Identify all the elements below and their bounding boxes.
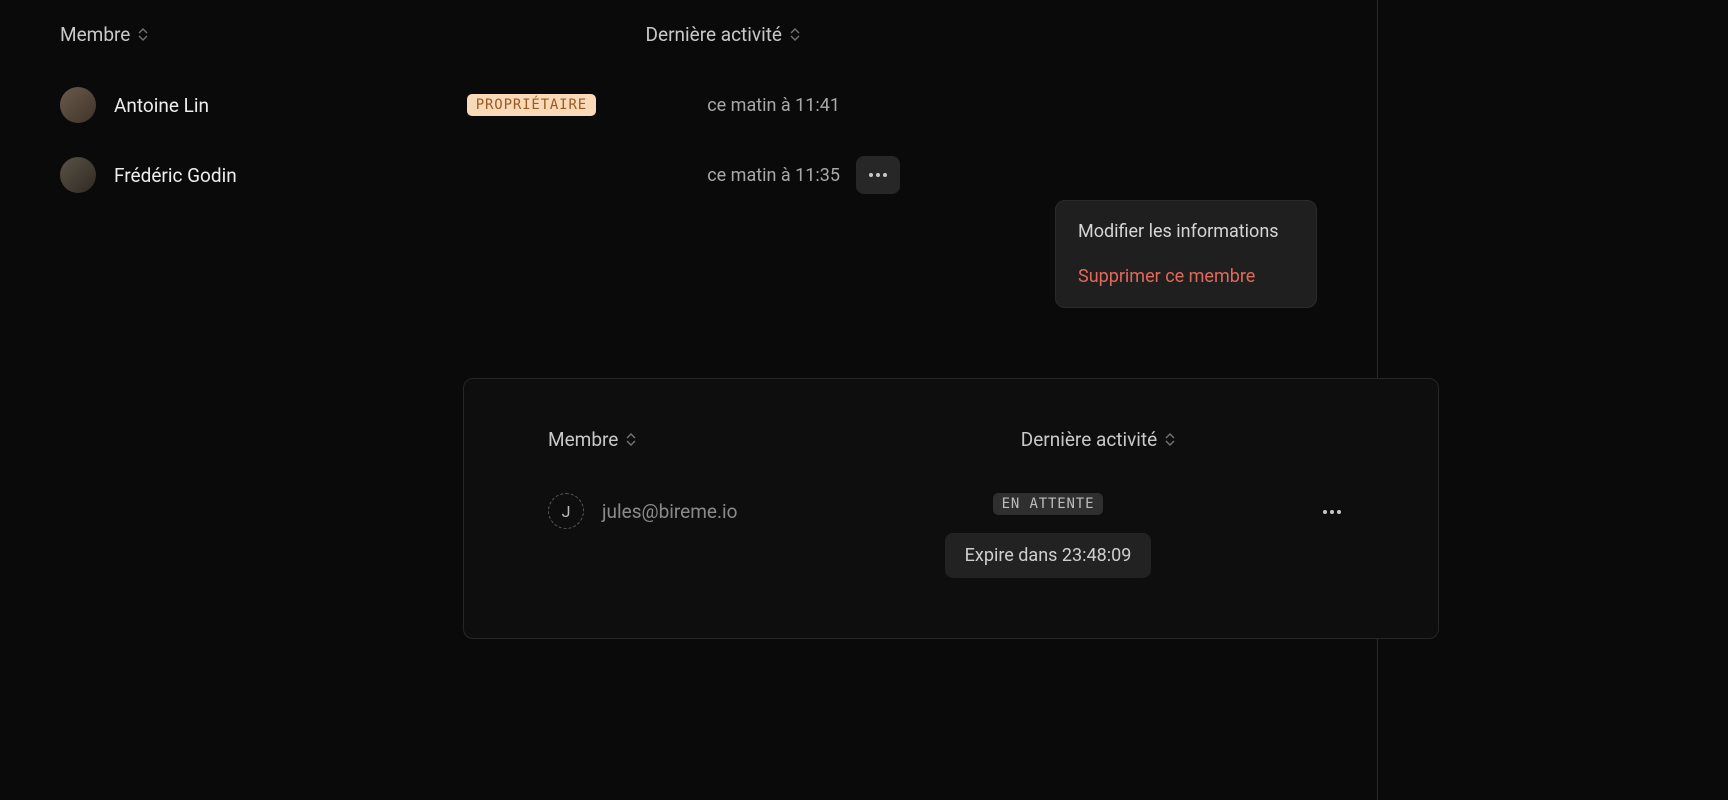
more-horizontal-icon bbox=[868, 172, 888, 178]
more-options-button[interactable] bbox=[856, 156, 900, 194]
more-options-button[interactable] bbox=[1310, 493, 1354, 531]
member-name: Antoine Lin bbox=[114, 94, 209, 117]
member-email: jules@bireme.io bbox=[602, 500, 737, 523]
sort-icon bbox=[1165, 433, 1175, 446]
avatar bbox=[60, 157, 96, 193]
column-header-member-label: Membre bbox=[60, 23, 130, 46]
sort-icon bbox=[626, 433, 636, 446]
table-row: Frédéric Godin ce matin à 11:35 Modifier… bbox=[60, 140, 1317, 210]
avatar-pending: J bbox=[548, 493, 584, 529]
activity-cell: ce matin à 11:35 bbox=[620, 165, 840, 186]
activity-cell: ce matin à 11:41 bbox=[620, 95, 840, 116]
menu-edit-info[interactable]: Modifier les informations bbox=[1056, 209, 1316, 254]
pending-invites-card: Membre Dernière activité J jule bbox=[463, 378, 1439, 639]
avatar-initial: J bbox=[562, 502, 571, 521]
table-headers: Membre Dernière activité bbox=[548, 415, 1354, 463]
column-header-member[interactable]: Membre bbox=[60, 23, 148, 46]
more-horizontal-icon bbox=[1322, 509, 1342, 515]
column-header-member-label: Membre bbox=[548, 428, 618, 451]
table-row: J jules@bireme.io EN ATTENTE Expire dans… bbox=[548, 483, 1354, 578]
owner-badge: PROPRIÉTAIRE bbox=[467, 94, 596, 116]
avatar bbox=[60, 87, 96, 123]
column-header-activity-label: Dernière activité bbox=[646, 23, 782, 46]
menu-remove-member[interactable]: Supprimer ce membre bbox=[1056, 254, 1316, 299]
table-row: Antoine Lin PROPRIÉTAIRE ce matin à 11:4… bbox=[60, 70, 1317, 140]
status-badge: EN ATTENTE bbox=[993, 493, 1104, 515]
row-actions-menu: Modifier les informations Supprimer ce m… bbox=[1055, 200, 1317, 308]
member-name: Frédéric Godin bbox=[114, 164, 237, 187]
table-headers: Membre Dernière activité bbox=[60, 10, 1317, 58]
sort-icon bbox=[790, 28, 800, 41]
column-header-activity[interactable]: Dernière activité bbox=[646, 23, 800, 46]
column-header-member[interactable]: Membre bbox=[548, 428, 636, 451]
expire-countdown: Expire dans 23:48:09 bbox=[945, 533, 1152, 578]
column-header-activity[interactable]: Dernière activité bbox=[1021, 428, 1175, 451]
column-header-activity-label: Dernière activité bbox=[1021, 428, 1157, 451]
sort-icon bbox=[138, 28, 148, 41]
